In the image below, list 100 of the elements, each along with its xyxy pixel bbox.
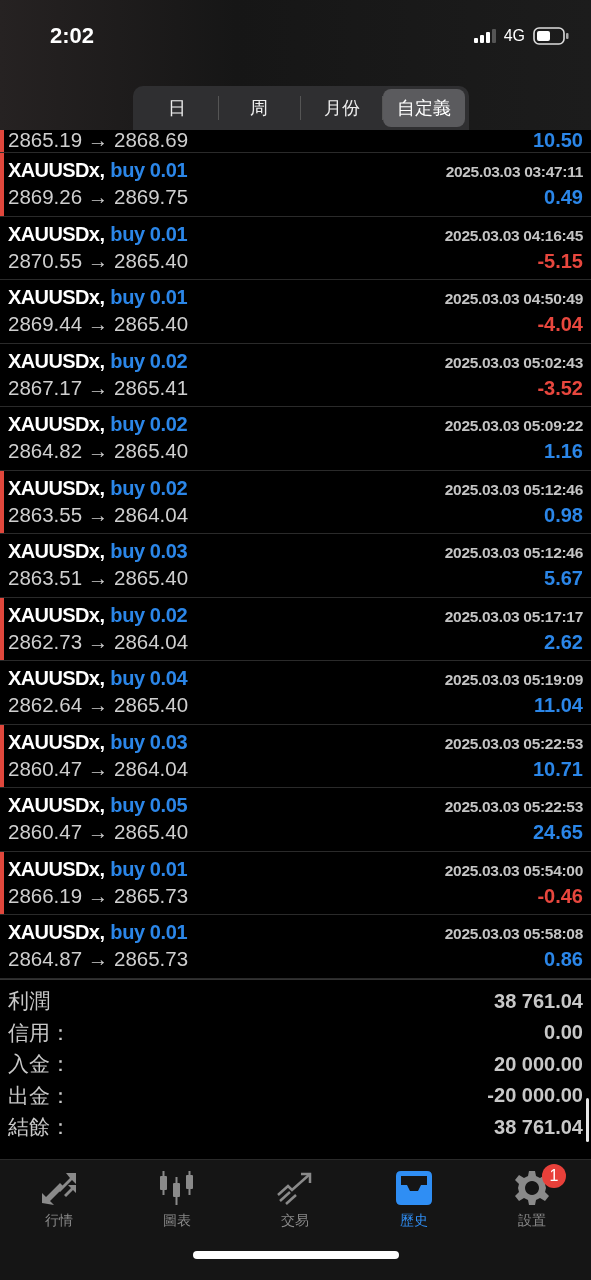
deal-time: 2025.03.03 05:02:43: [444, 353, 583, 372]
price-range: 2862.73 → 2864.04: [8, 629, 189, 654]
profit-value: 24.65: [532, 821, 583, 844]
price-range: 2862.64 → 2865.40: [8, 693, 189, 717]
profit-value: 11.04: [534, 694, 583, 717]
deal-time: 2025.03.03 05:22:53: [444, 798, 583, 816]
deal-row[interactable]: XAUUSDx, buy 0.01 2025.03.03 04:16:45 2870.55 → 2865.40 -5.15: [0, 216, 591, 280]
profit-value: 5.67: [544, 567, 583, 590]
deal-row[interactable]: XAUUSDx, buy 0.02 2025.03.03 05:09:22 2864.82 → 2865.40 1.16: [0, 407, 591, 471]
summary-value: -20 000.00: [487, 1084, 583, 1108]
order-label: buy 0.04: [110, 667, 188, 690]
summary-value: 38 761.04: [494, 1115, 583, 1139]
price-range: 2869.44 → 2865.40: [8, 312, 189, 336]
order-label: buy 0.01: [110, 222, 188, 246]
symbol-label: XAUUSDx,: [8, 286, 105, 309]
order-label: buy 0.02: [110, 476, 188, 500]
profit-value: 10.50: [532, 130, 583, 152]
deal-time: 2025.03.03 04:50:49: [444, 290, 583, 308]
profit-value: 1.16: [544, 440, 583, 463]
deal-row[interactable]: XAUUSDx, buy 0.02 2025.03.03 05:12:46 2863.55 → 2864.04 0.98: [0, 470, 591, 534]
nav-tab[interactable]: 1 設置: [486, 1162, 577, 1230]
order-label: buy 0.01: [110, 857, 188, 881]
profit-value: -3.52: [537, 376, 583, 400]
deal-time: 2025.03.03 05:54:00: [444, 861, 583, 880]
order-label: buy 0.01: [110, 159, 188, 182]
summary-label: 利潤: [8, 988, 50, 1016]
summary-value: 20 000.00: [494, 1052, 583, 1076]
network-label: 4G: [503, 27, 525, 45]
deal-time: 2025.03.03 05:19:09: [444, 671, 583, 689]
deal-row[interactable]: XAUUSDx, buy 0.01 2025.03.03 03:47:11 2869.26 → 2869.75 0.49: [0, 153, 591, 217]
order-label: buy 0.02: [110, 603, 188, 627]
price-range: 2867.17 → 2865.41: [8, 375, 189, 400]
deal-row[interactable]: XAUUSDx, buy 0.03 2025.03.03 05:12:46 2863.51 → 2865.40 5.67: [0, 534, 591, 598]
notification-badge: 1: [541, 1164, 566, 1188]
deal-row[interactable]: XAUUSDx, buy 0.01 2025.03.03 05:58:08 2864.87 → 2865.73 0.86: [0, 915, 591, 979]
profit-value: -0.46: [537, 884, 583, 908]
order-label: buy 0.05: [110, 794, 188, 817]
symbol-label: XAUUSDx,: [8, 159, 105, 182]
symbol-label: XAUUSDx,: [8, 413, 105, 436]
period-tab[interactable]: 自定義: [383, 89, 465, 127]
profit-value: -4.04: [537, 313, 583, 336]
profit-value: 0.86: [544, 948, 583, 971]
summary-label: 入金：: [8, 1051, 71, 1079]
deal-row[interactable]: XAUUSDx, buy 0.01 2025.03.03 05:54:00 2866.19 → 2865.73 -0.46: [0, 851, 591, 915]
profit-value: 0.49: [544, 186, 583, 209]
price-range: 2863.51 → 2865.40: [8, 566, 189, 590]
price-range: 2870.55 → 2865.40: [8, 248, 189, 273]
price-range: 2864.82 → 2865.40: [8, 439, 189, 463]
price-range: 2864.87 → 2865.73: [8, 947, 189, 971]
symbol-label: XAUUSDx,: [8, 222, 105, 246]
symbol-label: XAUUSDx,: [8, 857, 105, 881]
order-label: buy 0.01: [110, 921, 188, 944]
deal-row[interactable]: XAUUSDx, buy 0.04 2025.03.03 05:19:09 2862.64 → 2865.40 11.04: [0, 661, 591, 725]
deal-time: 2025.03.03 05:58:08: [444, 925, 583, 943]
period-tab[interactable]: 月份: [301, 89, 383, 127]
profit-value: 10.71: [532, 757, 583, 781]
price-range: 2865.19 → 2868.69: [8, 130, 189, 152]
summary-value: 0.00: [544, 1021, 583, 1045]
symbol-label: XAUUSDx,: [8, 540, 105, 563]
summary-label: 信用：: [8, 1019, 71, 1047]
diagonal-arrows-icon: [40, 1171, 79, 1205]
order-label: buy 0.01: [110, 286, 188, 309]
nav-tab[interactable]: 歷史: [368, 1162, 459, 1230]
deal-time: 2025.03.03 05:17:17: [444, 607, 583, 626]
deal-time: 2025.03.03 05:22:53: [444, 734, 583, 753]
symbol-label: XAUUSDx,: [8, 349, 105, 373]
nav-tab[interactable]: 行情: [14, 1162, 105, 1230]
symbol-label: XAUUSDx,: [8, 603, 105, 627]
inbox-icon: [394, 1171, 433, 1205]
summary-label: 結餘：: [8, 1114, 71, 1142]
symbol-label: XAUUSDx,: [8, 921, 105, 944]
price-range: 2860.47 → 2864.04: [8, 756, 189, 781]
nav-tab[interactable]: 交易: [250, 1162, 341, 1230]
summary-value: 38 761.04: [494, 989, 583, 1013]
nav-tab[interactable]: 圖表: [132, 1162, 223, 1230]
deal-time: 2025.03.03 04:16:45: [444, 226, 583, 245]
deal-time: 2025.03.03 05:09:22: [444, 417, 583, 435]
period-tab[interactable]: 日: [136, 89, 218, 127]
profit-value: 0.98: [544, 503, 583, 527]
symbol-label: XAUUSDx,: [8, 794, 105, 817]
summary-label: 出金：: [8, 1082, 71, 1110]
deal-row[interactable]: XAUUSDx, buy 0.01 2025.03.03 04:50:49 2869.44 → 2865.40 -4.04: [0, 280, 591, 344]
symbol-label: XAUUSDx,: [8, 667, 105, 690]
profit-value: -5.15: [537, 249, 583, 273]
settings-icon: [513, 1170, 550, 1206]
symbol-label: XAUUSDx,: [8, 476, 105, 500]
price-range: 2863.55 → 2864.04: [8, 502, 189, 527]
order-label: buy 0.03: [110, 730, 188, 754]
deal-row[interactable]: XAUUSDx, buy 0.02 2025.03.03 05:02:43 2867.17 → 2865.41 -3.52: [0, 343, 591, 407]
price-range: 2866.19 → 2865.73: [8, 883, 189, 908]
deal-row[interactable]: XAUUSDx, buy 0.05 2025.03.03 05:22:53 2860.47 → 2865.40 24.65: [0, 788, 591, 852]
profit-value: 2.62: [544, 630, 583, 654]
deal-row[interactable]: XAUUSDx, buy 0.03 2025.03.03 05:22:53 2860.47 → 2864.04 10.71: [0, 724, 591, 788]
order-label: buy 0.03: [110, 540, 188, 563]
period-tab[interactable]: 周: [218, 89, 300, 127]
status-time: 2:02: [50, 23, 95, 49]
deal-row[interactable]: XAUUSDx, buy 0.02 2025.03.03 05:17:17 2862.73 → 2864.04 2.62: [0, 597, 591, 661]
scroll-bar: [586, 1097, 589, 1142]
signal-icon: [473, 29, 496, 43]
order-label: buy 0.02: [110, 413, 188, 436]
